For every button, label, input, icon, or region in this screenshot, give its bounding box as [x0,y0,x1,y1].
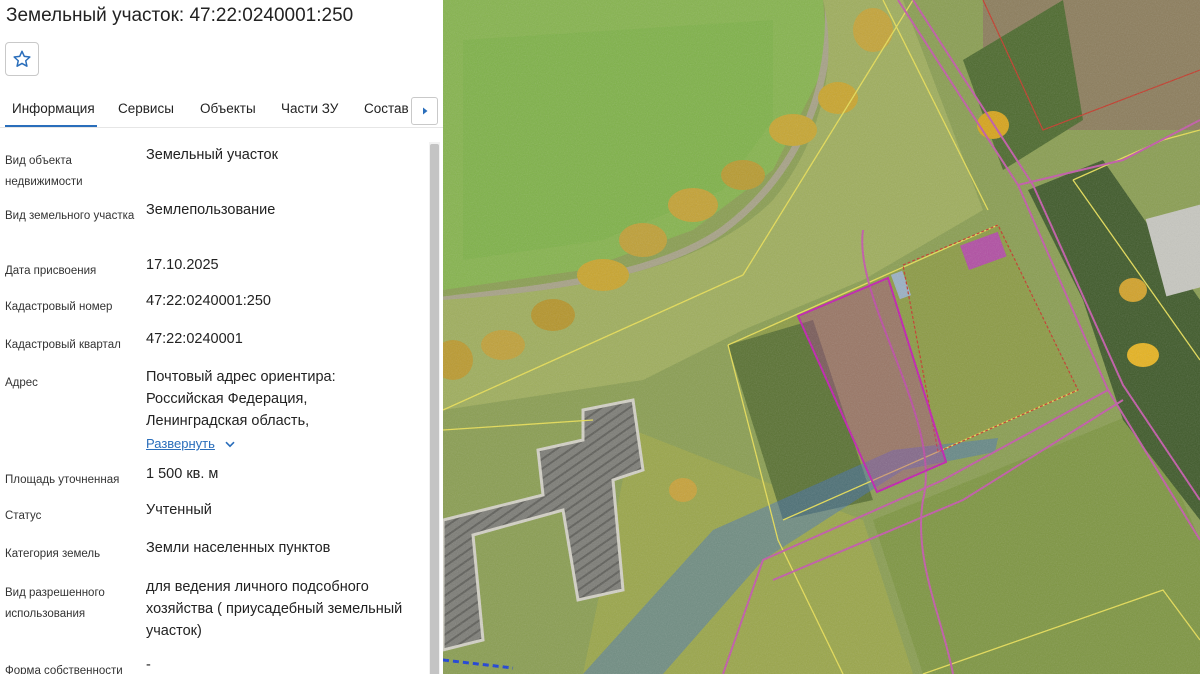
field-value: Учтенный [146,502,212,518]
field-label: Вид разрешенного использования [5,587,105,620]
info-panel: Земельный участок: 47:22:0240001:250 Инф… [0,0,444,674]
field-value: 17.10.2025 [146,257,219,273]
field-value: - [146,657,151,673]
favorite-button[interactable] [5,42,39,76]
tab-composition[interactable]: Состав [364,94,409,127]
tabs-scroll-right-button[interactable] [411,97,438,125]
field-label: Вид земельного участка [5,210,135,222]
field-label: Форма собственности [5,665,123,674]
tab-info[interactable]: Информация [5,94,97,127]
star-icon [13,50,31,67]
scrollbar-thumb[interactable] [430,144,439,674]
terrain-texture [443,0,1200,674]
tab-bar: Информация Сервисы Объекты Части ЗУ Сост… [0,94,414,128]
field-label: Вид объекта недвижимости [5,155,83,188]
page-title: Земельный участок: 47:22:0240001:250 [6,5,354,26]
chevron-down-icon [225,441,235,447]
field-label: Кадастровый квартал [5,339,121,351]
field-value: 47:22:0240001:250 [146,293,271,309]
field-value: 47:22:0240001 [146,331,243,347]
tab-services[interactable]: Сервисы [118,94,174,127]
expand-label: Развернуть [146,436,215,451]
tabs-divider [0,127,443,128]
field-value: Земельный участок [146,147,278,163]
address-text: Почтовый адрес ориентира: Российская Фед… [146,369,336,429]
field-value: для ведения личного подсобного хозяйства… [146,579,403,639]
field-label: Площадь уточненная [5,474,120,486]
expand-address-link[interactable]: Развернуть [146,433,235,455]
field-value: Землепользование [146,202,276,218]
field-label: Кадастровый номер [5,301,113,313]
field-value: 1 500 кв. м [146,466,219,482]
tab-objects[interactable]: Объекты [200,94,256,127]
field-label: Категория земель [5,548,101,560]
map-view[interactable] [443,0,1200,674]
field-value: Земли населенных пунктов [146,540,331,556]
caret-right-icon [422,107,427,115]
field-label: Дата присвоения [5,265,97,277]
field-label: Статус [5,510,42,522]
panel-scrollbar[interactable] [429,142,440,674]
field-value: Почтовый адрес ориентира: Российская Фед… [146,366,416,455]
field-label: Адрес [5,377,38,389]
satellite-map[interactable] [443,0,1200,674]
tab-parts[interactable]: Части ЗУ [281,94,338,127]
